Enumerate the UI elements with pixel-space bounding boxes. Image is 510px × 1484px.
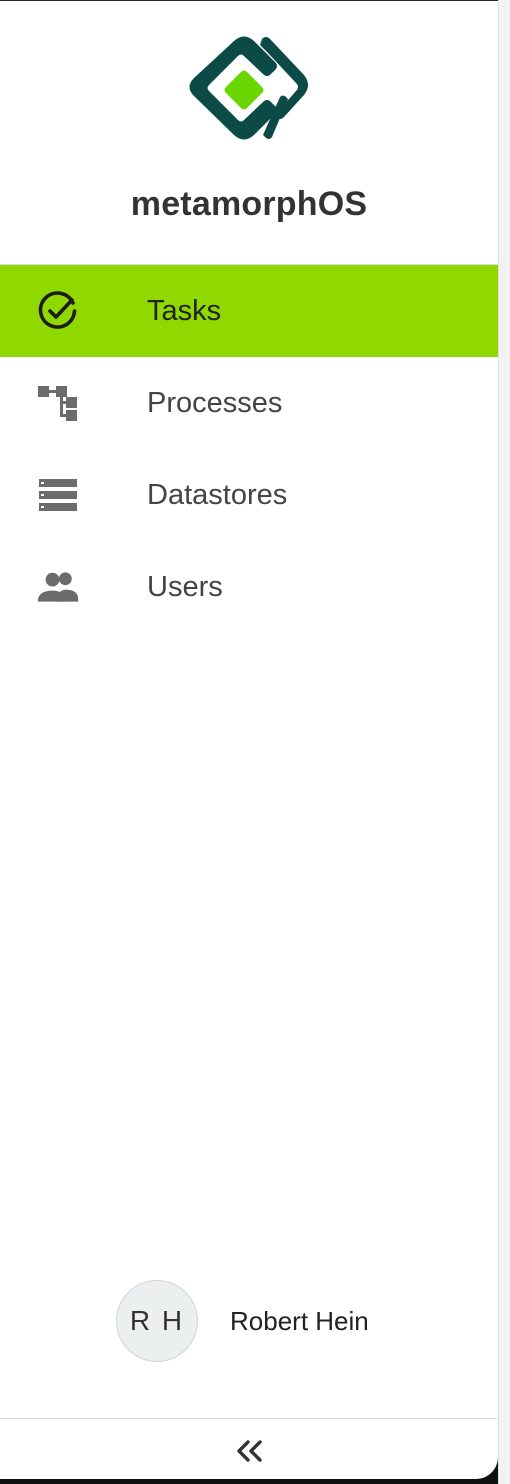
nav-item-tasks[interactable]: Tasks	[0, 265, 498, 357]
nav-item-processes[interactable]: Processes	[0, 357, 498, 449]
users-icon	[36, 567, 80, 607]
collapse-sidebar-button[interactable]	[219, 1429, 279, 1473]
nav-label-datastores: Datastores	[147, 479, 288, 511]
nav-item-datastores[interactable]: Datastores	[0, 449, 498, 541]
user-name: Robert Hein	[230, 1305, 369, 1336]
app-name: metamorphOS	[130, 185, 368, 223]
sidebar: metamorphOS Tasks Processes Datastores U…	[0, 0, 498, 1479]
nav-label-users: Users	[147, 571, 223, 603]
nav-item-users[interactable]: Users	[0, 541, 498, 633]
metamorphos-logo-icon	[189, 36, 308, 140]
main-nav: Tasks Processes Datastores Users	[0, 265, 498, 633]
nav-label-tasks: Tasks	[147, 295, 222, 327]
content-edge	[498, 0, 510, 1484]
app-logo	[0, 31, 498, 149]
check-circle-icon	[36, 291, 80, 331]
nav-label-processes: Processes	[147, 387, 283, 419]
datastore-list-icon	[36, 475, 80, 515]
double-chevron-left-icon	[237, 1440, 262, 1462]
footer-divider	[0, 1418, 498, 1419]
process-tree-icon	[36, 383, 80, 423]
avatar[interactable]: R H	[116, 1280, 198, 1362]
user-profile[interactable]: R H Robert Hein	[116, 1279, 369, 1363]
